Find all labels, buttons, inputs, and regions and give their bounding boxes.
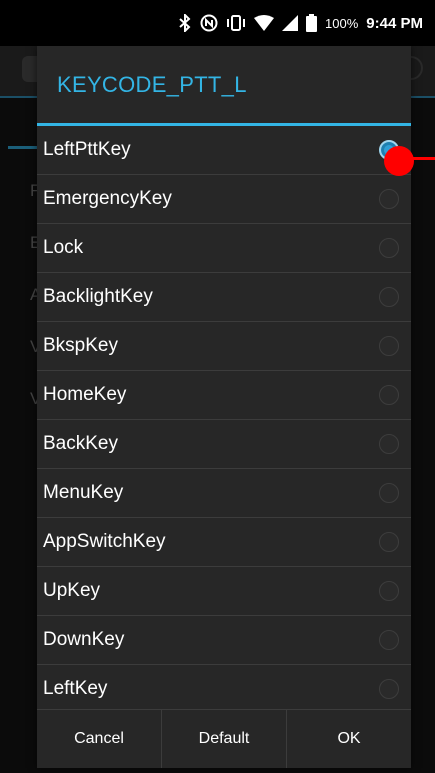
option-homekey[interactable]: HomeKey [37, 371, 411, 420]
touch-trail [410, 157, 435, 160]
option-label: UpKey [43, 580, 101, 601]
battery-percentage: 100% [325, 15, 359, 31]
bluetooth-icon [178, 14, 192, 32]
option-label: Lock [43, 237, 84, 258]
ok-button[interactable]: OK [287, 710, 411, 768]
option-menukey[interactable]: MenuKey [37, 469, 411, 518]
radio-button-icon[interactable] [379, 581, 399, 601]
dialog-title: KEYCODE_PTT_L [57, 71, 247, 97]
key-option-list[interactable]: LeftPttKey EmergencyKey Lock BacklightKe… [37, 126, 411, 714]
option-label: EmergencyKey [43, 188, 172, 209]
wifi-icon [254, 15, 275, 31]
signal-icon [282, 15, 299, 31]
radio-button-icon[interactable] [379, 483, 399, 503]
option-lock[interactable]: Lock [37, 224, 411, 273]
option-leftkey[interactable]: LeftKey [37, 665, 411, 714]
radio-button-icon[interactable] [379, 336, 399, 356]
option-downkey[interactable]: DownKey [37, 616, 411, 665]
nfc-icon [200, 14, 218, 32]
option-label: LeftPttKey [43, 139, 131, 160]
default-button[interactable]: Default [162, 710, 287, 768]
option-upkey[interactable]: UpKey [37, 567, 411, 616]
status-time: 9:44 PM [366, 14, 423, 32]
background-tab-indicator [8, 146, 40, 149]
vibrate-icon [226, 14, 246, 32]
option-label: BackKey [43, 433, 118, 454]
radio-button-icon[interactable] [379, 532, 399, 552]
radio-button-icon[interactable] [379, 287, 399, 307]
option-backkey[interactable]: BackKey [37, 420, 411, 469]
option-label: DownKey [43, 629, 125, 650]
radio-button-icon[interactable] [379, 434, 399, 454]
option-bkspkey[interactable]: BkspKey [37, 322, 411, 371]
radio-button-icon[interactable] [379, 385, 399, 405]
radio-button-icon[interactable] [379, 630, 399, 650]
option-label: LeftKey [43, 678, 108, 699]
cancel-button[interactable]: Cancel [37, 710, 162, 768]
option-leftpttkey[interactable]: LeftPttKey [37, 126, 411, 175]
option-label: BkspKey [43, 335, 118, 356]
option-label: HomeKey [43, 384, 127, 405]
option-label: MenuKey [43, 482, 124, 503]
dialog-button-bar: Cancel Default OK [37, 709, 411, 768]
option-appswitchkey[interactable]: AppSwitchKey [37, 518, 411, 567]
touch-indicator-icon [384, 146, 414, 176]
option-label: BacklightKey [43, 286, 153, 307]
radio-button-icon[interactable] [379, 238, 399, 258]
radio-button-icon[interactable] [379, 189, 399, 209]
option-label: AppSwitchKey [43, 531, 166, 552]
keycode-dialog: KEYCODE_PTT_L LeftPttKey EmergencyKey Lo… [37, 46, 411, 768]
status-bar: 100% 9:44 PM [0, 0, 435, 46]
battery-icon [306, 14, 318, 32]
option-emergencykey[interactable]: EmergencyKey [37, 175, 411, 224]
radio-button-icon[interactable] [379, 679, 399, 699]
option-backlightkey[interactable]: BacklightKey [37, 273, 411, 322]
